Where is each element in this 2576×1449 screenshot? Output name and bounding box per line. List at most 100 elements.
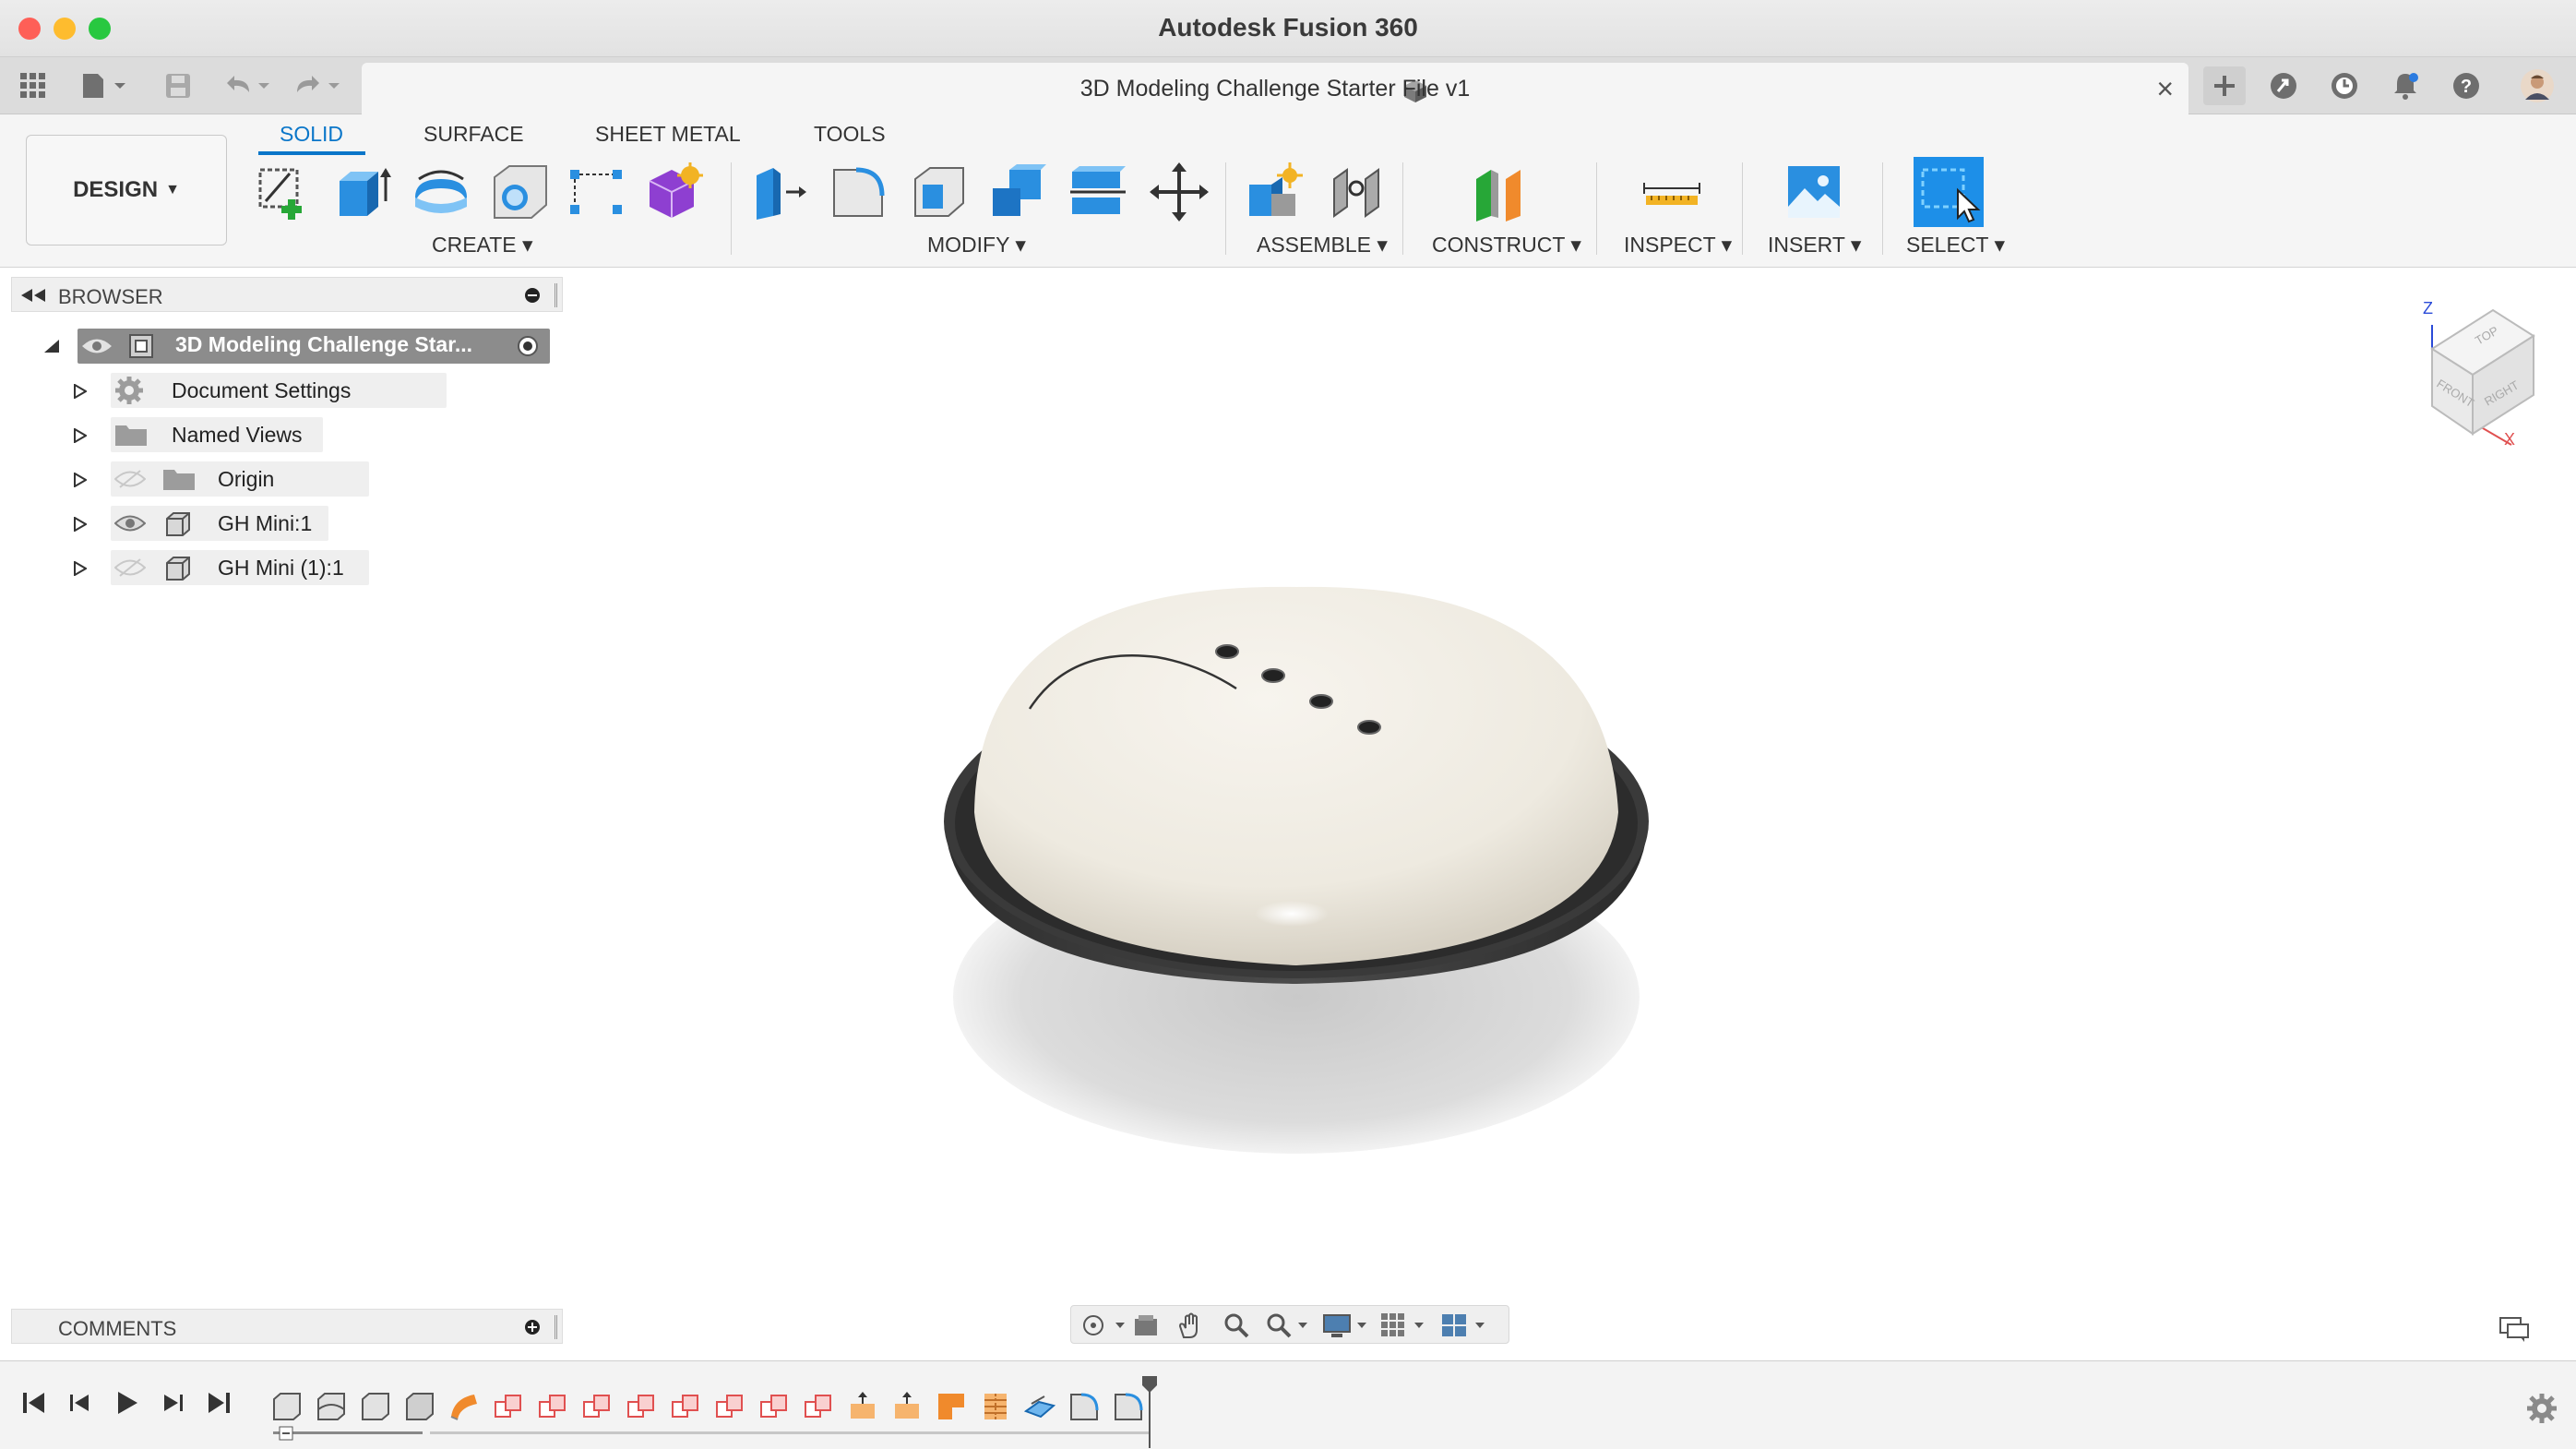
select-menu[interactable]: SELECT ▾ xyxy=(1906,233,2005,257)
timeline-pattern-icon[interactable] xyxy=(980,1391,1011,1422)
new-component-icon[interactable] xyxy=(1244,161,1306,223)
timeline-combine-icon[interactable] xyxy=(493,1391,524,1422)
close-tab-icon[interactable]: × xyxy=(2156,72,2174,106)
collapsed-triangle-icon[interactable] xyxy=(74,473,87,487)
measure-icon[interactable] xyxy=(1640,161,1703,223)
timeline-body-icon[interactable] xyxy=(360,1391,391,1422)
timeline-combine-icon[interactable] xyxy=(714,1391,745,1422)
timeline-group-collapse-icon[interactable] xyxy=(279,1426,293,1441)
document-tab[interactable]: 3D Modeling Challenge Starter File v1 × xyxy=(362,63,2188,114)
create-menu[interactable]: CREATE ▾ xyxy=(432,233,533,257)
grid-settings-icon[interactable] xyxy=(1379,1311,1429,1339)
timeline-combine-icon[interactable] xyxy=(670,1391,701,1422)
create-form-icon[interactable] xyxy=(640,161,703,223)
hidden-eye-icon[interactable] xyxy=(114,557,146,578)
insert-menu[interactable]: INSERT ▾ xyxy=(1768,233,1861,257)
pan-hand-icon[interactable] xyxy=(1176,1311,1204,1339)
split-body-icon[interactable] xyxy=(1067,161,1129,223)
panel-minimize-icon[interactable] xyxy=(525,288,540,303)
construct-menu[interactable]: CONSTRUCT ▾ xyxy=(1432,233,1581,257)
timeline-combine-icon[interactable] xyxy=(626,1391,657,1422)
collapse-panel-icon[interactable] xyxy=(21,289,45,302)
redo-icon[interactable] xyxy=(292,70,343,102)
help-icon[interactable]: ? xyxy=(2451,70,2482,102)
panel-grip-icon[interactable] xyxy=(555,1315,557,1339)
step-back-icon[interactable] xyxy=(66,1389,94,1417)
timeline-combine-icon[interactable] xyxy=(803,1391,834,1422)
timeline-extrude-icon[interactable] xyxy=(847,1391,878,1422)
zoom-icon[interactable] xyxy=(1222,1311,1250,1339)
timeline-body-icon[interactable] xyxy=(316,1391,347,1422)
visibility-eye-icon[interactable] xyxy=(81,336,113,356)
timeline-combine-icon[interactable] xyxy=(537,1391,568,1422)
step-forward-icon[interactable] xyxy=(159,1389,186,1417)
offset-plane-icon[interactable] xyxy=(1471,161,1533,223)
file-menu-icon[interactable] xyxy=(78,70,133,102)
display-settings-icon[interactable] xyxy=(1322,1311,1372,1339)
select-icon[interactable] xyxy=(1914,157,1984,227)
play-icon[interactable] xyxy=(113,1389,140,1417)
notifications-icon[interactable] xyxy=(2390,70,2421,102)
collapsed-triangle-icon[interactable] xyxy=(74,384,87,399)
collapsed-triangle-icon[interactable] xyxy=(74,428,87,443)
go-to-end-icon[interactable] xyxy=(205,1389,233,1417)
comments-toggle-icon[interactable] xyxy=(2498,1316,2530,1344)
timeline-fillet-icon[interactable] xyxy=(1068,1391,1100,1422)
hole-icon[interactable] xyxy=(489,161,552,223)
job-status-icon[interactable] xyxy=(2329,70,2360,102)
insert-image-icon[interactable] xyxy=(1783,161,1845,223)
expanded-triangle-icon[interactable] xyxy=(44,340,59,353)
extensions-icon[interactable] xyxy=(2268,70,2299,102)
view-cube[interactable]: Z X TOP FRONT RIGHT xyxy=(2404,297,2552,454)
undo-icon[interactable] xyxy=(221,70,273,102)
tab-solid[interactable]: SOLID xyxy=(280,122,343,147)
hidden-eye-icon[interactable] xyxy=(114,469,146,489)
go-to-start-icon[interactable] xyxy=(20,1389,48,1417)
assemble-menu[interactable]: ASSEMBLE ▾ xyxy=(1257,233,1388,257)
timeline-body-icon[interactable] xyxy=(271,1391,303,1422)
shell-icon[interactable] xyxy=(908,161,971,223)
comments-panel-header[interactable]: COMMENTS xyxy=(11,1309,563,1344)
visibility-eye-icon[interactable] xyxy=(114,513,146,533)
orbit-icon[interactable] xyxy=(1080,1311,1127,1339)
fit-icon[interactable] xyxy=(1265,1311,1311,1339)
move-copy-icon[interactable] xyxy=(1148,161,1210,223)
extrude-icon[interactable] xyxy=(332,161,395,223)
joint-icon[interactable] xyxy=(1325,161,1388,223)
timeline-marker[interactable] xyxy=(1140,1374,1159,1449)
timeline-settings-gear-icon[interactable] xyxy=(2526,1393,2558,1424)
timeline-shell-icon[interactable] xyxy=(1024,1391,1055,1422)
timeline-sketch-icon[interactable] xyxy=(936,1391,967,1422)
tab-tools[interactable]: TOOLS xyxy=(814,122,886,147)
viewports-icon[interactable] xyxy=(1440,1311,1490,1339)
save-icon[interactable] xyxy=(162,70,194,102)
collapsed-triangle-icon[interactable] xyxy=(74,561,87,576)
timeline-form-icon[interactable] xyxy=(448,1391,480,1422)
workspace-switcher[interactable]: DESIGN ▼ xyxy=(26,135,227,245)
revolve-icon[interactable] xyxy=(410,161,472,223)
press-pull-icon[interactable] xyxy=(749,161,812,223)
user-avatar[interactable] xyxy=(2519,69,2556,102)
add-comment-icon[interactable] xyxy=(525,1320,540,1335)
browser-panel-header[interactable]: BROWSER xyxy=(11,277,563,312)
panel-grip-icon[interactable] xyxy=(555,283,557,307)
combine-icon[interactable] xyxy=(987,161,1050,223)
tab-surface[interactable]: SURFACE xyxy=(423,122,524,147)
tab-sheet-metal[interactable]: SHEET METAL xyxy=(595,122,741,147)
activate-radio-icon[interactable] xyxy=(517,335,539,357)
create-sketch-icon[interactable] xyxy=(253,161,316,223)
fillet-icon[interactable] xyxy=(829,161,891,223)
timeline-fillet-icon[interactable] xyxy=(1113,1391,1144,1422)
timeline-extrude-icon[interactable] xyxy=(891,1391,923,1422)
modify-menu[interactable]: MODIFY ▾ xyxy=(927,233,1026,257)
look-at-icon[interactable] xyxy=(1132,1311,1160,1339)
timeline-combine-icon[interactable] xyxy=(581,1391,613,1422)
inspect-menu[interactable]: INSPECT ▾ xyxy=(1624,233,1732,257)
timeline-combine-icon[interactable] xyxy=(758,1391,790,1422)
app-grid-icon[interactable] xyxy=(17,70,50,102)
timeline-body-icon[interactable] xyxy=(404,1391,435,1422)
pattern-icon[interactable] xyxy=(565,161,627,223)
model-viewport-render[interactable] xyxy=(923,554,1679,1163)
collapsed-triangle-icon[interactable] xyxy=(74,517,87,532)
new-tab-button[interactable] xyxy=(2203,66,2246,105)
